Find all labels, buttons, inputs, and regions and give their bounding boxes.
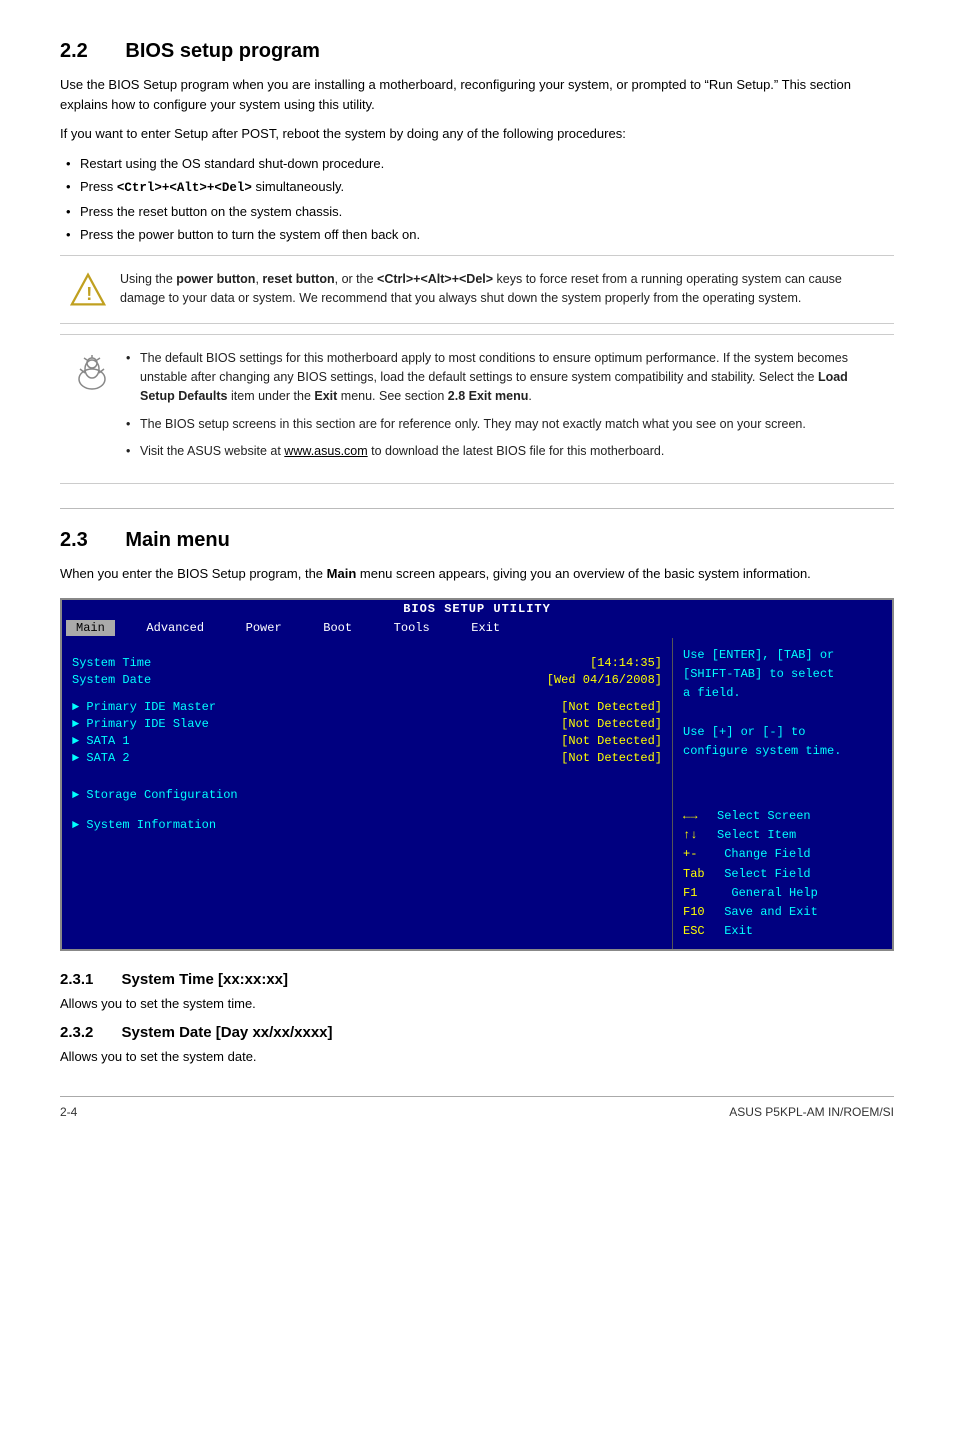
bios-row-ide-master: ► Primary IDE Master [Not Detected]	[72, 700, 662, 714]
bios-title: BIOS SETUP UTILITY	[62, 600, 892, 618]
section-232-heading: 2.3.2 System Date [Day xx/xx/xxxx]	[60, 1024, 894, 1041]
bullet-1: Restart using the OS standard shut-down …	[60, 154, 894, 174]
bios-left-panel: System Time [14:14:35] System Date [Wed …	[62, 638, 672, 949]
warning-icon: !	[70, 272, 106, 308]
note-item-3: Visit the ASUS website at www.asus.com t…	[124, 442, 884, 461]
warning-text: Using the power button, reset button, or…	[120, 270, 884, 309]
bios-key-guide: ←→Select Screen ↑↓Select Item +- Change …	[683, 807, 882, 941]
bios-storage-config[interactable]: ► Storage Configuration	[72, 788, 662, 802]
section-232-desc: Allows you to set the system date.	[60, 1047, 894, 1067]
section-23-intro: When you enter the BIOS Setup program, t…	[60, 564, 894, 584]
bullet-2: Press <Ctrl>+<Alt>+<Del> simultaneously.	[60, 177, 894, 198]
bios-menu-advanced[interactable]: Advanced	[115, 620, 214, 636]
footer-page-num: 2-4	[60, 1105, 77, 1119]
section-22-heading: 2.2 BIOS setup program	[60, 40, 894, 63]
bullet-3: Press the reset button on the system cha…	[60, 202, 894, 222]
bios-menu-tools[interactable]: Tools	[362, 620, 440, 636]
bios-row-date: System Date [Wed 04/16/2008]	[72, 673, 662, 687]
section-22-intro2: If you want to enter Setup after POST, r…	[60, 124, 894, 144]
section-22-intro1: Use the BIOS Setup program when you are …	[60, 75, 894, 114]
section-divider-23	[60, 508, 894, 509]
bios-right-panel: Use [ENTER], [TAB] or [SHIFT-TAB] to sel…	[672, 638, 892, 949]
bios-menu-power[interactable]: Power	[214, 620, 292, 636]
note-item-2: The BIOS setup screens in this section a…	[124, 415, 884, 434]
bios-menu-exit[interactable]: Exit	[440, 620, 510, 636]
note-icon	[70, 351, 110, 398]
section-22-bullets: Restart using the OS standard shut-down …	[60, 154, 894, 245]
bios-body: System Time [14:14:35] System Date [Wed …	[62, 638, 892, 949]
svg-text:!: !	[86, 284, 92, 304]
bios-row-sata2: ► SATA 2 [Not Detected]	[72, 751, 662, 765]
bios-menu-main[interactable]: Main	[66, 620, 115, 636]
footer-product: ASUS P5KPL-AM IN/ROEM/SI	[729, 1105, 894, 1119]
warning-box: ! Using the power button, reset button, …	[60, 255, 894, 324]
bullet-4: Press the power button to turn the syste…	[60, 225, 894, 245]
section-23-heading: 2.3 Main menu	[60, 529, 894, 552]
bios-help-text: Use [ENTER], [TAB] or [SHIFT-TAB] to sel…	[683, 646, 882, 761]
note-content: The default BIOS settings for this mothe…	[124, 349, 884, 470]
bios-system-info[interactable]: ► System Information	[72, 818, 662, 832]
section-231-desc: Allows you to set the system time.	[60, 994, 894, 1014]
note-item-1: The default BIOS settings for this mothe…	[124, 349, 884, 407]
bios-row-ide-slave: ► Primary IDE Slave [Not Detected]	[72, 717, 662, 731]
section-231-heading: 2.3.1 System Time [xx:xx:xx]	[60, 971, 894, 988]
page-footer: 2-4 ASUS P5KPL-AM IN/ROEM/SI	[60, 1096, 894, 1119]
note-box: The default BIOS settings for this mothe…	[60, 334, 894, 485]
bios-row-time: System Time [14:14:35]	[72, 656, 662, 670]
bios-row-sata1: ► SATA 1 [Not Detected]	[72, 734, 662, 748]
bios-screen: BIOS SETUP UTILITY Main Advanced Power B…	[60, 598, 894, 951]
bios-menu-bar: Main Advanced Power Boot Tools Exit	[62, 618, 892, 638]
bios-menu-boot[interactable]: Boot	[292, 620, 362, 636]
